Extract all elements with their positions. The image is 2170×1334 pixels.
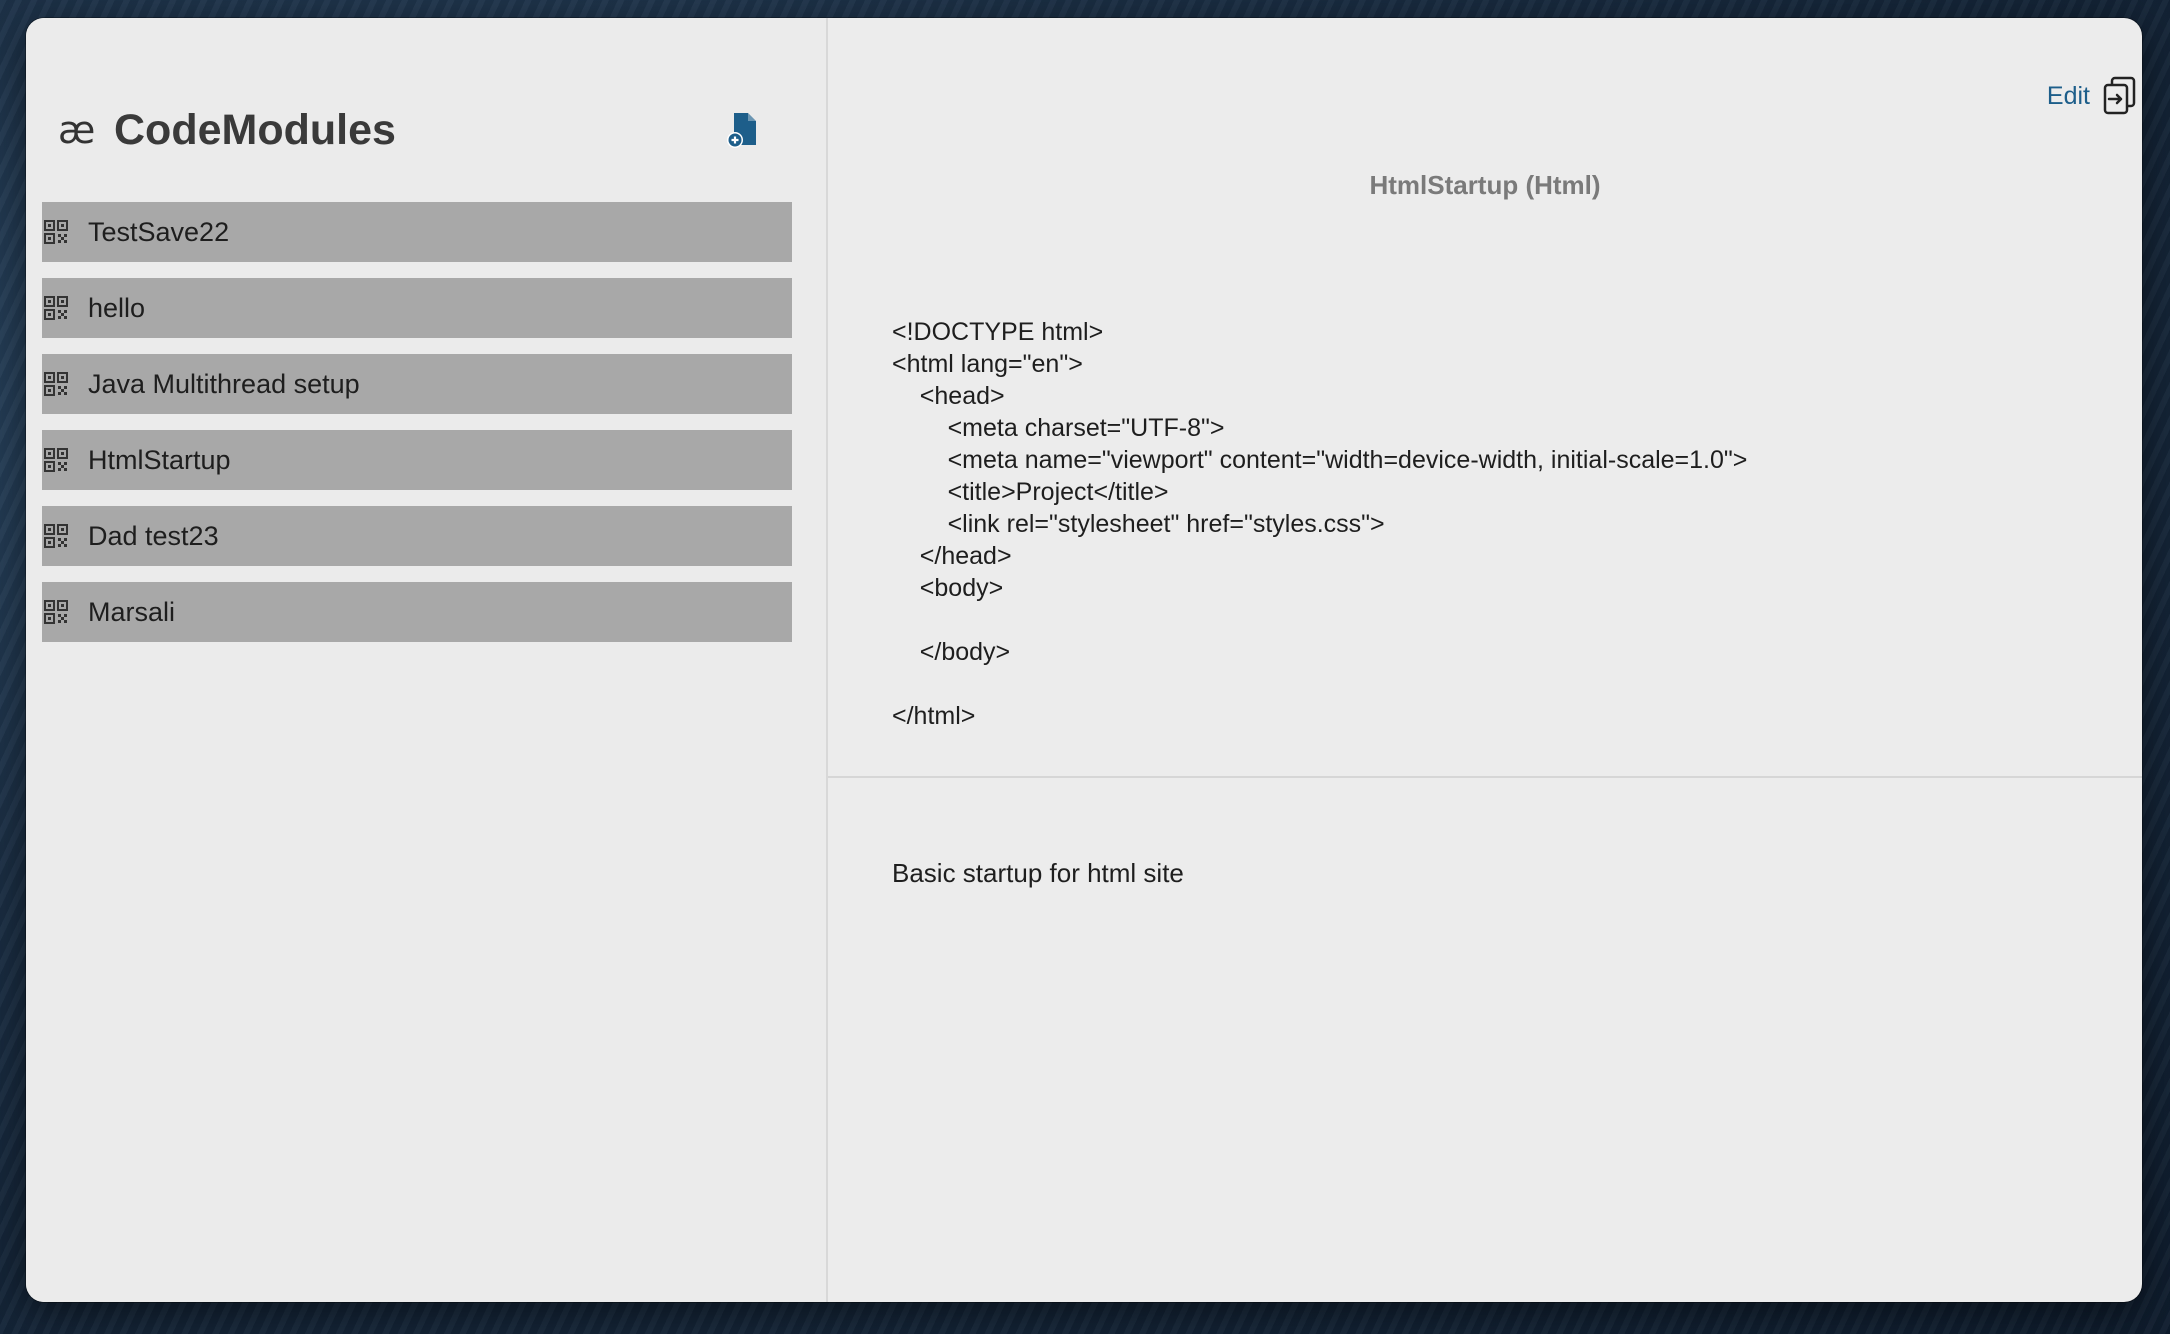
module-label: Java Multithread setup <box>88 368 360 399</box>
qr-code-icon <box>44 448 68 472</box>
sidebar: æ CodeModules TestSave22 hello Java Mult… <box>26 18 828 1302</box>
edit-button[interactable]: Edit <box>2047 82 2090 111</box>
qr-code-icon <box>44 220 68 244</box>
code-content[interactable]: <!DOCTYPE html> <html lang="en"> <head> … <box>892 316 2102 732</box>
app-logo: æ <box>58 108 96 152</box>
detail-pane: Edit HtmlStartup (Html) <!DOCTYPE html> … <box>828 18 2142 1302</box>
module-item-testsave22[interactable]: TestSave22 <box>42 202 792 262</box>
module-item-hello[interactable]: hello <box>42 278 792 338</box>
qr-code-icon <box>44 296 68 320</box>
module-label: hello <box>88 292 146 323</box>
module-list: TestSave22 hello Java Multithread setup … <box>42 202 792 658</box>
snippet-description[interactable]: Basic startup for html site <box>892 858 1184 889</box>
new-module-button[interactable] <box>722 108 766 152</box>
qr-code-icon <box>44 600 68 624</box>
app-title: CodeModules <box>114 105 396 154</box>
module-label: TestSave22 <box>88 216 230 247</box>
export-icon[interactable] <box>2102 76 2138 116</box>
app-header: æ CodeModules <box>58 94 798 166</box>
snippet-title: HtmlStartup (Html) <box>1369 170 1601 200</box>
qr-code-icon <box>44 524 68 548</box>
module-item-htmlstartup[interactable]: HtmlStartup <box>42 430 792 490</box>
module-label: Marsali <box>88 596 176 627</box>
module-label: HtmlStartup <box>88 444 231 475</box>
module-item-marsali[interactable]: Marsali <box>42 582 792 642</box>
module-item-dad-test23[interactable]: Dad test23 <box>42 506 792 566</box>
section-divider <box>828 776 2142 778</box>
app-window: æ CodeModules TestSave22 hello Java Mult… <box>26 18 2142 1302</box>
qr-code-icon <box>44 372 68 396</box>
new-document-icon <box>727 113 756 148</box>
module-label: Dad test23 <box>88 520 219 551</box>
module-item-java-multithread-setup[interactable]: Java Multithread setup <box>42 354 792 414</box>
